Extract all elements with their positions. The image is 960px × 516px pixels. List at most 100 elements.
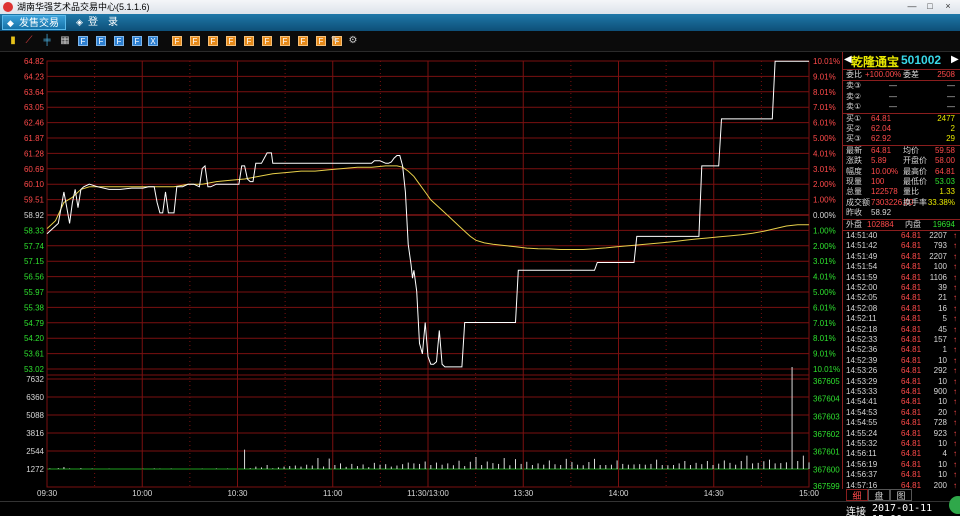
tick-volume: 21 bbox=[938, 293, 947, 303]
tick-time: 14:54:55 bbox=[846, 418, 878, 428]
buy-price: 62.92 bbox=[871, 134, 892, 144]
tab-trading[interactable]: ◆ 发售交易 bbox=[2, 15, 66, 30]
f-key-icon[interactable]: F bbox=[208, 36, 218, 46]
buy-price: 62.04 bbox=[871, 124, 892, 133]
price-tick-label: 59.51 bbox=[24, 196, 45, 205]
f-key-icon[interactable]: F bbox=[226, 36, 236, 46]
tick-price: 64.81 bbox=[901, 459, 922, 469]
tick-volume: 10 bbox=[938, 459, 947, 469]
price-tick-label: 61.28 bbox=[24, 149, 45, 158]
close-button[interactable]: × bbox=[940, 1, 956, 12]
percent-tick-label: 6.01% bbox=[813, 119, 836, 128]
percent-tick-label: 6.01% bbox=[813, 303, 836, 312]
tick-up-arrow-icon: ↑ bbox=[953, 293, 957, 303]
tick-time: 14:51:54 bbox=[846, 262, 878, 272]
tick-row: 14:55:24 64.81 923 ↑ bbox=[843, 429, 959, 439]
stock-code: 501002 bbox=[901, 53, 942, 67]
f-key-icon[interactable]: F bbox=[172, 36, 182, 46]
inner-value: 19694 bbox=[932, 219, 955, 229]
percent-tick-label: 5.00% bbox=[813, 134, 836, 143]
f-key-icon[interactable]: F bbox=[316, 36, 326, 46]
volume-tick-label: 7632 bbox=[26, 375, 44, 384]
time-tick-label: 15:00 bbox=[799, 489, 820, 498]
maximize-button[interactable]: □ bbox=[922, 1, 938, 12]
percent-tick-label: 2.00% bbox=[813, 242, 836, 251]
f-key-icon[interactable]: F bbox=[114, 36, 124, 46]
tick-row: 14:53:33 64.81 900 ↑ bbox=[843, 387, 959, 397]
tick-price: 64.81 bbox=[901, 262, 922, 272]
f-key-icon[interactable]: F bbox=[262, 36, 272, 46]
time-tick-label: 11:30/13:00 bbox=[407, 489, 449, 498]
f-key-icon[interactable]: F bbox=[132, 36, 142, 46]
intraday-chart: 64.82 10.01% 64.23 9.01% 63.64 8.01% 63.05 7.01… bbox=[24, 57, 840, 498]
bar-chart-icon[interactable]: ▮ bbox=[8, 36, 18, 46]
tick-up-arrow-icon: ↑ bbox=[953, 335, 957, 344]
tick-time: 14:55:32 bbox=[846, 439, 878, 448]
percent-tick-label: 1.00% bbox=[813, 226, 836, 235]
tick-volume: 157 bbox=[933, 335, 947, 344]
tick-row: 14:52:39 64.81 10 ↑ bbox=[843, 356, 959, 366]
stat-label-2: 开盘价 bbox=[903, 156, 927, 166]
tick-price: 64.81 bbox=[901, 376, 922, 386]
pencil-icon[interactable]: ✎ bbox=[330, 36, 340, 46]
buy-volume: 2477 bbox=[937, 113, 955, 123]
stat-value-2: 58.00 bbox=[934, 156, 955, 166]
volume-tick-label: 3816 bbox=[26, 429, 44, 438]
percent-tick-label: 0.00% bbox=[813, 211, 836, 220]
f-key-icon[interactable]: F bbox=[280, 36, 290, 46]
candlestick-icon[interactable]: ╪ bbox=[42, 36, 52, 46]
calendar-icon[interactable]: ▦ bbox=[60, 36, 70, 46]
volume-tick-label: 2544 bbox=[26, 447, 44, 456]
f-key-icon[interactable]: F bbox=[244, 36, 254, 46]
ratio-label: 委比 bbox=[846, 70, 862, 79]
tick-time: 14:56:11 bbox=[846, 449, 877, 459]
gear-icon[interactable]: ⚙ bbox=[348, 36, 358, 46]
time-tick-label: 10:00 bbox=[132, 489, 153, 498]
tick-row: 14:51:59 64.81 1106 ↑ bbox=[843, 273, 959, 283]
tick-up-arrow-icon: ↑ bbox=[953, 283, 957, 292]
sell-volume: — bbox=[947, 81, 955, 91]
tab-chart[interactable]: 图 bbox=[890, 489, 912, 501]
tick-row: 14:51:49 64.81 2207 ↑ bbox=[843, 252, 959, 262]
time-tick-label: 14:00 bbox=[608, 489, 629, 498]
percent-tick-label: 10.01% bbox=[813, 365, 840, 374]
tick-volume: 45 bbox=[938, 324, 947, 334]
login-icon: ◈ bbox=[76, 17, 83, 27]
volume-tick-label: 5088 bbox=[26, 411, 44, 420]
tab-trading-label: 发售交易 bbox=[19, 18, 59, 29]
tick-row: 14:51:40 64.81 2207 ↑ bbox=[843, 231, 959, 241]
volume-right-tick-label: 367605 bbox=[813, 377, 840, 386]
tick-volume: 100 bbox=[933, 262, 947, 272]
x-key-icon[interactable]: X bbox=[148, 36, 158, 46]
tick-volume: 292 bbox=[933, 366, 947, 376]
stat-value: 10.00% bbox=[871, 166, 899, 176]
tick-up-arrow-icon: ↑ bbox=[953, 241, 957, 251]
tick-up-arrow-icon: ↑ bbox=[953, 355, 957, 365]
tab-login[interactable]: ◈ 登 录 bbox=[72, 15, 124, 30]
tick-row: 14:53:29 64.81 10 ↑ bbox=[843, 377, 959, 387]
sell-level-label: 卖② bbox=[846, 91, 862, 101]
price-tick-label: 53.02 bbox=[24, 365, 45, 374]
tick-row: 14:54:53 64.81 20 ↑ bbox=[843, 408, 959, 418]
f-key-icon[interactable]: F bbox=[78, 36, 88, 46]
next-stock-icon[interactable]: ▶ bbox=[951, 54, 959, 65]
f-key-icon[interactable]: F bbox=[190, 36, 200, 46]
tab-orderbook[interactable]: 盘 bbox=[868, 489, 890, 501]
f-key-icon[interactable]: F bbox=[298, 36, 308, 46]
tick-row: 14:52:36 64.81 1 ↑ bbox=[843, 345, 959, 355]
minimize-button[interactable]: — bbox=[904, 1, 920, 12]
f-key-icon[interactable]: F bbox=[96, 36, 106, 46]
sell-row: 卖② — — bbox=[843, 92, 959, 102]
tick-price: 64.81 bbox=[901, 272, 922, 282]
price-tick-label: 63.05 bbox=[24, 103, 45, 112]
tick-volume: 1 bbox=[942, 345, 947, 355]
tick-up-arrow-icon: ↑ bbox=[953, 262, 957, 272]
tick-price: 64.81 bbox=[901, 345, 922, 355]
sell-price: — bbox=[889, 91, 897, 101]
price-tick-label: 64.82 bbox=[24, 57, 45, 66]
tick-time: 14:51:42 bbox=[846, 241, 878, 251]
line-chart-icon[interactable]: ⟋ bbox=[24, 36, 34, 46]
tab-detail[interactable]: 细 bbox=[846, 489, 868, 501]
time-tick-label: 09:30 bbox=[37, 489, 58, 498]
tick-up-arrow-icon: ↑ bbox=[953, 345, 957, 355]
